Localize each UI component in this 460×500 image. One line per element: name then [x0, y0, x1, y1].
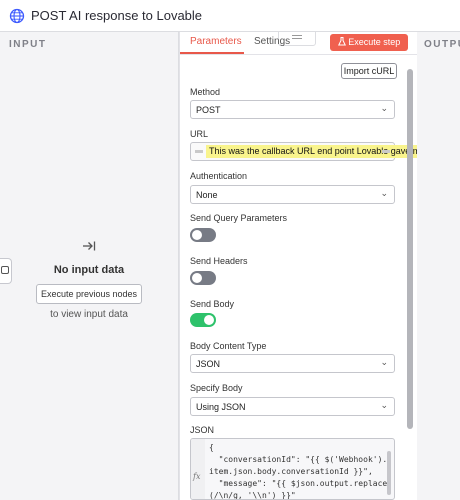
execute-step-label: Execute step — [348, 37, 401, 47]
send-query-label: Send Query Parameters — [190, 213, 288, 223]
tab-settings[interactable]: Settings — [254, 36, 290, 47]
send-headers-toggle[interactable] — [190, 271, 216, 285]
send-body-label: Send Body — [190, 299, 235, 309]
method-label: Method — [190, 87, 221, 97]
body-content-type-select[interactable]: JSON ⌄ — [190, 354, 395, 373]
body-content-type-value: JSON — [196, 359, 221, 369]
url-input[interactable]: This was the callback URL end point Lova… — [190, 142, 417, 161]
toggle-knob — [192, 273, 202, 283]
code-gutter: fx — [191, 439, 205, 499]
send-query-toggle[interactable] — [190, 228, 216, 242]
window-title-bar: POST AI response to Lovable — [0, 0, 460, 32]
method-value: POST — [196, 105, 221, 115]
authentication-select[interactable]: None ⌄ — [190, 185, 395, 204]
specify-body-select[interactable]: Using JSON ⌄ — [190, 397, 395, 416]
output-panel-label: OUTPUT — [424, 39, 460, 50]
input-panel-label: INPUT — [9, 39, 47, 50]
arrow-to-right-icon — [0, 239, 178, 255]
execute-step-button[interactable]: Execute step — [330, 34, 408, 51]
toggle-knob — [192, 230, 202, 240]
body-content-type-label: Body Content Type — [190, 341, 267, 351]
json-editor[interactable]: fx { "conversationId": "{{ $('Webhook').… — [190, 438, 395, 500]
authentication-value: None — [196, 190, 218, 200]
send-headers-label: Send Headers — [190, 256, 248, 266]
code-lines: { "conversationId": "{{ $('Webhook'). it… — [209, 442, 388, 500]
chevron-down-icon: ⌄ — [380, 188, 388, 198]
active-tab-indicator — [180, 52, 244, 54]
parameters-panel: Parameters Settings Execute step Import … — [179, 32, 418, 500]
authentication-label: Authentication — [190, 171, 248, 181]
panel-toggle-tab[interactable] — [0, 258, 12, 284]
redacted-mark — [382, 150, 390, 153]
node-title[interactable]: POST AI response to Lovable — [31, 8, 202, 23]
send-body-toggle[interactable] — [190, 313, 216, 327]
flask-icon — [337, 37, 349, 47]
specify-body-label: Specify Body — [190, 383, 243, 393]
no-input-data-title: No input data — [53, 264, 125, 276]
globe-icon — [9, 8, 25, 24]
chevron-down-icon: ⌄ — [380, 103, 388, 113]
code-line: "conversationId": "{{ $('Webhook'). — [209, 455, 388, 464]
code-line: "message": "{{ $json.output.replace — [209, 479, 388, 488]
chevron-down-icon: ⌄ — [380, 400, 388, 410]
input-empty-state: No input data Execute previous nodes to … — [0, 239, 178, 320]
json-label: JSON — [190, 425, 215, 435]
input-panel: INPUT No input data Execute previous nod… — [0, 32, 179, 500]
output-panel: OUTPUT — [417, 32, 460, 500]
url-label: URL — [190, 129, 209, 139]
panel-scrollbar[interactable] — [407, 69, 413, 429]
execute-previous-nodes-button[interactable]: Execute previous nodes — [36, 284, 142, 304]
specify-body-value: Using JSON — [196, 402, 246, 412]
code-line: (/\n/g, '\\n') }}" — [209, 491, 296, 500]
chevron-down-icon: ⌄ — [380, 357, 388, 367]
import-curl-button[interactable]: Import cURL — [341, 63, 397, 79]
code-line: { — [209, 443, 214, 452]
redacted-mark — [195, 150, 203, 153]
code-scrollbar[interactable] — [387, 451, 391, 495]
panel-icon — [1, 266, 9, 274]
code-line: item.json.body.conversationId }}", — [209, 467, 373, 476]
expression-icon: fx — [193, 472, 201, 481]
input-hint-text: to view input data — [50, 309, 128, 320]
method-select[interactable]: POST ⌄ — [190, 100, 395, 119]
toggle-knob — [204, 315, 214, 325]
tab-parameters[interactable]: Parameters — [190, 36, 242, 47]
tab-bar: Parameters Settings Execute step — [180, 32, 417, 55]
